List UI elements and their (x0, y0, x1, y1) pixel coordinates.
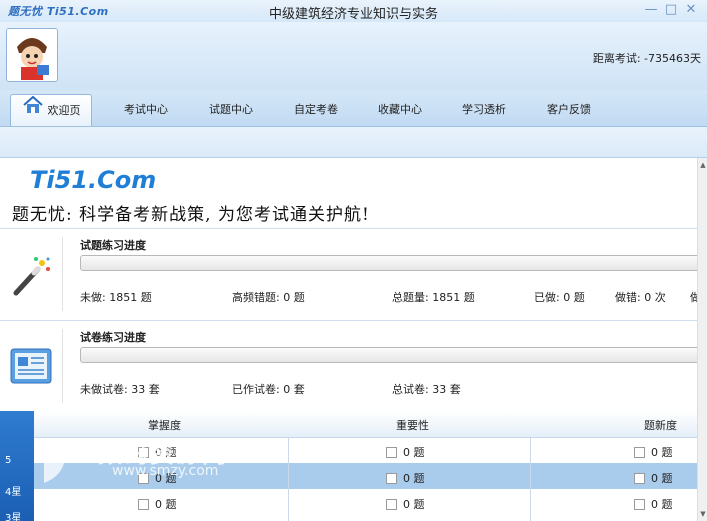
scroll-up-icon[interactable]: ▲ (698, 160, 707, 170)
cell-value: 0 题 (651, 446, 673, 459)
document-icon (8, 343, 54, 389)
checkbox[interactable] (138, 472, 149, 484)
toolbar-strip (0, 127, 707, 158)
column-divider (288, 437, 289, 521)
tab-label: 欢迎页 (47, 104, 81, 117)
star-column: 5 4星 3星 (0, 411, 34, 521)
star-label: 4星 (5, 487, 22, 498)
checkbox[interactable] (386, 498, 397, 510)
site-logo: Ti51.Com (30, 166, 157, 194)
table-header: 掌握度 重要性 题新度 (0, 411, 697, 438)
home-icon (22, 95, 44, 127)
tab-exam-center[interactable]: 考试中心 (108, 94, 184, 124)
tab-question-center[interactable]: 试题中心 (193, 94, 269, 124)
title-bar: 题无忧 Ti51.Com 中级建筑经济专业知识与实务 — □ ✕ (0, 0, 707, 22)
tab-study-analysis[interactable]: 学习透析 (446, 94, 522, 124)
cell-value: 0 题 (403, 472, 425, 485)
table-row[interactable]: 0 题 0 题 0 题 (0, 437, 697, 463)
stat-done-papers: 已作试卷: 0 套 (232, 383, 305, 396)
tab-welcome[interactable]: 欢迎页 (10, 94, 92, 126)
avatar (6, 28, 58, 82)
mastery-table: 掌握度 重要性 题新度 0 题 0 题 0 题 0 题 0 题 0 题 0 题 … (0, 411, 697, 521)
header: 距离考试: -735463天 (0, 22, 707, 90)
cell-value: 0 题 (403, 446, 425, 459)
stat-frequent-errors: 高频错题: 0 题 (232, 291, 305, 304)
question-progress-bar (80, 255, 697, 271)
section-divider (62, 237, 63, 311)
stat-total-papers: 总试卷: 33 套 (392, 383, 461, 396)
checkbox[interactable] (386, 472, 397, 484)
header-novelty: 题新度 (644, 419, 677, 432)
nav-bar: 欢迎页 考试中心 试题中心 自定考卷 收藏中心 学习透析 客户反馈 (0, 90, 707, 127)
checkbox[interactable] (634, 472, 645, 484)
cell-value: 0 题 (155, 498, 177, 511)
checkbox[interactable] (138, 498, 149, 510)
paper-progress-title: 试卷练习进度 (80, 331, 146, 344)
cell-value: 0 题 (155, 446, 177, 459)
cell-value: 0 题 (651, 498, 673, 511)
tab-favorites[interactable]: 收藏中心 (362, 94, 438, 124)
header-importance: 重要性 (396, 419, 429, 432)
stat-done: 已做: 0 题 (534, 291, 585, 304)
vertical-scrollbar[interactable]: ▲ ▼ (697, 158, 707, 521)
stat-undone: 未做: 1851 题 (80, 291, 152, 304)
checkbox[interactable] (634, 498, 645, 510)
scroll-down-icon[interactable]: ▼ (698, 509, 707, 519)
table-row[interactable]: 0 题 0 题 0 题 (0, 489, 697, 515)
question-progress-title: 试题练习进度 (80, 239, 146, 252)
stat-wrong: 做错: 0 次 (615, 291, 666, 304)
exam-countdown: 距离考试: -735463天 (592, 52, 701, 65)
stat-undone-papers: 未做试卷: 33 套 (80, 383, 160, 396)
close-icon[interactable]: ✕ (683, 2, 699, 18)
checkbox[interactable] (386, 446, 397, 458)
welcome-content: Ti51.Com 题无忧: 科学备考新战策, 为您考试通关护航! 试题练习进度 … (0, 158, 697, 521)
cell-value: 0 题 (155, 472, 177, 485)
star-label: 5 (5, 455, 12, 466)
window-title: 中级建筑经济专业知识与实务 (268, 7, 438, 22)
tab-feedback[interactable]: 客户反馈 (531, 94, 607, 124)
cell-value: 0 题 (403, 498, 425, 511)
column-divider (530, 437, 531, 521)
star-label: 3星 (5, 513, 22, 521)
minimize-icon[interactable]: — (643, 2, 659, 18)
stat-total: 总题量: 1851 题 (392, 291, 475, 304)
paper-progress-bar (80, 347, 697, 363)
checkbox[interactable] (634, 446, 645, 458)
checkbox[interactable] (138, 446, 149, 458)
stat-truncated: 做 (690, 291, 697, 304)
table-row[interactable]: 0 题 0 题 0 题 (0, 463, 697, 489)
cell-value: 0 题 (651, 472, 673, 485)
paper-progress-section: 试卷练习进度 未做试卷: 33 套 已作试卷: 0 套 总试卷: 33 套 (0, 320, 697, 411)
magic-wand-icon (8, 253, 54, 299)
header-mastery: 掌握度 (148, 419, 181, 432)
maximize-icon[interactable]: □ (663, 2, 679, 18)
question-progress-section: 试题练习进度 未做: 1851 题 高频错题: 0 题 总题量: 1851 题 … (0, 228, 697, 319)
section-divider (62, 329, 63, 403)
window-controls: — □ ✕ (643, 2, 699, 18)
slogan: 题无忧: 科学备考新战策, 为您考试通关护航! (12, 205, 370, 225)
tab-custom-paper[interactable]: 自定考卷 (278, 94, 354, 124)
